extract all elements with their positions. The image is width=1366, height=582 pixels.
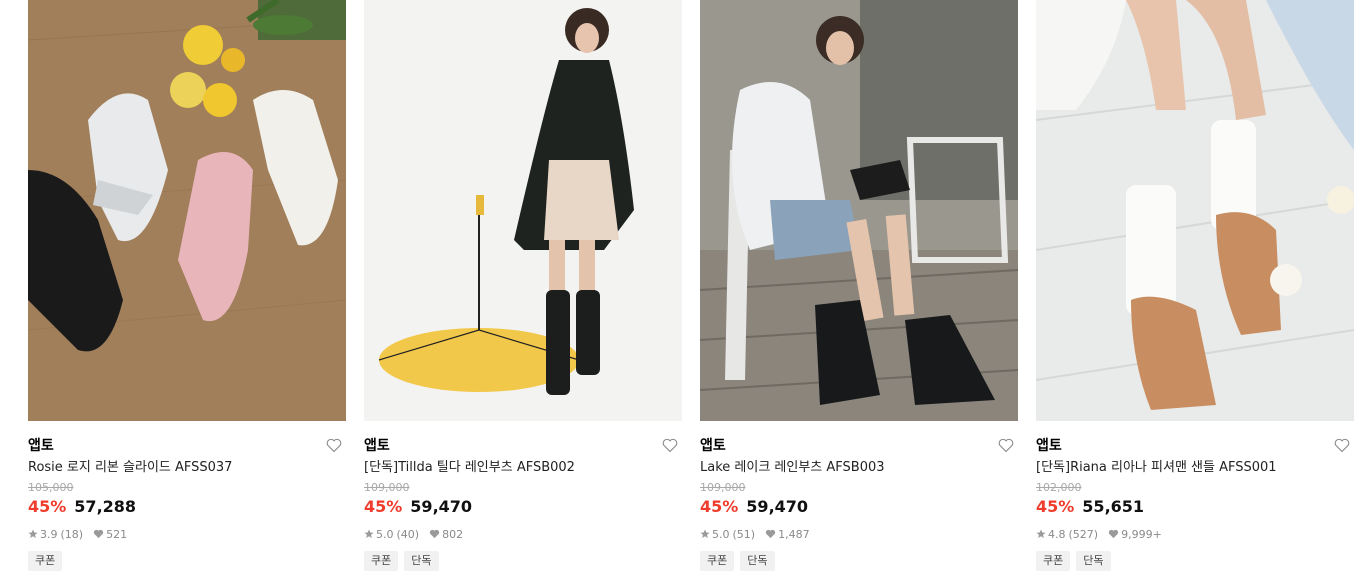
heart-outline-icon xyxy=(662,438,678,452)
product-name[interactable]: Rosie 로지 리본 슬라이드 AFSS037 xyxy=(28,458,346,478)
brand-name[interactable]: 앱토 xyxy=(364,435,390,455)
product-card[interactable]: 앱토 [단독]Tillda 틸다 레인부츠 AFSB002 109,000 45… xyxy=(364,0,682,571)
product-image[interactable] xyxy=(364,0,682,421)
star-icon xyxy=(1036,529,1046,539)
original-price: 102,000 xyxy=(1036,481,1082,494)
rating-score: 5.0 xyxy=(376,527,394,541)
like-count: 802 xyxy=(442,527,464,541)
product-name[interactable]: Lake 레이크 레인부츠 AFSB003 xyxy=(700,458,1018,478)
tag-coupon: 쿠폰 xyxy=(364,551,399,571)
heart-filled-icon xyxy=(765,529,776,539)
product-card[interactable]: 앱토 Lake 레이크 레인부츠 AFSB003 109,000 45% 59,… xyxy=(700,0,1018,571)
star-icon xyxy=(700,529,710,539)
product-card[interactable]: 앱토 Rosie 로지 리본 슬라이드 AFSS037 105,000 45% … xyxy=(28,0,346,571)
heart-filled-icon xyxy=(1108,529,1119,539)
sale-price: 57,288 xyxy=(74,497,137,516)
wishlist-button[interactable] xyxy=(996,435,1016,455)
product-image[interactable] xyxy=(700,0,1018,421)
rating-score: 5.0 xyxy=(712,527,730,541)
product-meta: 5.0 (51) 1,487 xyxy=(700,525,1018,543)
tag-exclusive: 단독 xyxy=(404,551,439,571)
original-price: 109,000 xyxy=(700,481,746,494)
discount-rate: 45% xyxy=(28,497,67,516)
heart-filled-icon xyxy=(429,529,440,539)
product-image[interactable] xyxy=(1036,0,1354,421)
review-count: (40) xyxy=(396,527,420,541)
review-count: (51) xyxy=(732,527,756,541)
brand-name[interactable]: 앱토 xyxy=(700,435,726,455)
product-grid: 앱토 Rosie 로지 리본 슬라이드 AFSS037 105,000 45% … xyxy=(28,0,1354,571)
rating-score: 4.8 xyxy=(1048,527,1066,541)
original-price: 105,000 xyxy=(28,481,74,494)
heart-outline-icon xyxy=(1334,438,1350,452)
star-icon xyxy=(28,529,38,539)
like-count: 521 xyxy=(106,527,128,541)
review-count: (527) xyxy=(1068,527,1099,541)
wishlist-button[interactable] xyxy=(324,435,344,455)
product-meta: 4.8 (527) 9,999+ xyxy=(1036,525,1354,543)
product-image[interactable] xyxy=(28,0,346,421)
product-name[interactable]: [단독]Tillda 틸다 레인부츠 AFSB002 xyxy=(364,458,682,478)
tag-exclusive: 단독 xyxy=(740,551,775,571)
brand-name[interactable]: 앱토 xyxy=(28,435,54,455)
heart-outline-icon xyxy=(998,438,1014,452)
sale-price: 59,470 xyxy=(746,497,809,516)
review-count: (18) xyxy=(60,527,84,541)
original-price: 109,000 xyxy=(364,481,410,494)
rating-score: 3.9 xyxy=(40,527,58,541)
product-meta: 5.0 (40) 802 xyxy=(364,525,682,543)
star-icon xyxy=(364,529,374,539)
product-card[interactable]: 앱토 [단독]Riana 리아나 피셔맨 샌들 AFSS001 102,000 … xyxy=(1036,0,1354,571)
like-count: 1,487 xyxy=(778,527,810,541)
brand-name[interactable]: 앱토 xyxy=(1036,435,1062,455)
tag-coupon: 쿠폰 xyxy=(700,551,735,571)
sale-price: 59,470 xyxy=(410,497,473,516)
sale-price: 55,651 xyxy=(1082,497,1145,516)
tag-coupon: 쿠폰 xyxy=(1036,551,1071,571)
heart-outline-icon xyxy=(326,438,342,452)
discount-rate: 45% xyxy=(364,497,403,516)
like-count: 9,999+ xyxy=(1121,527,1162,541)
tag-exclusive: 단독 xyxy=(1076,551,1111,571)
wishlist-button[interactable] xyxy=(660,435,680,455)
product-meta: 3.9 (18) 521 xyxy=(28,525,346,543)
discount-rate: 45% xyxy=(1036,497,1075,516)
product-name[interactable]: [단독]Riana 리아나 피셔맨 샌들 AFSS001 xyxy=(1036,458,1354,478)
wishlist-button[interactable] xyxy=(1332,435,1352,455)
heart-filled-icon xyxy=(93,529,104,539)
tag-coupon: 쿠폰 xyxy=(28,551,63,571)
discount-rate: 45% xyxy=(700,497,739,516)
